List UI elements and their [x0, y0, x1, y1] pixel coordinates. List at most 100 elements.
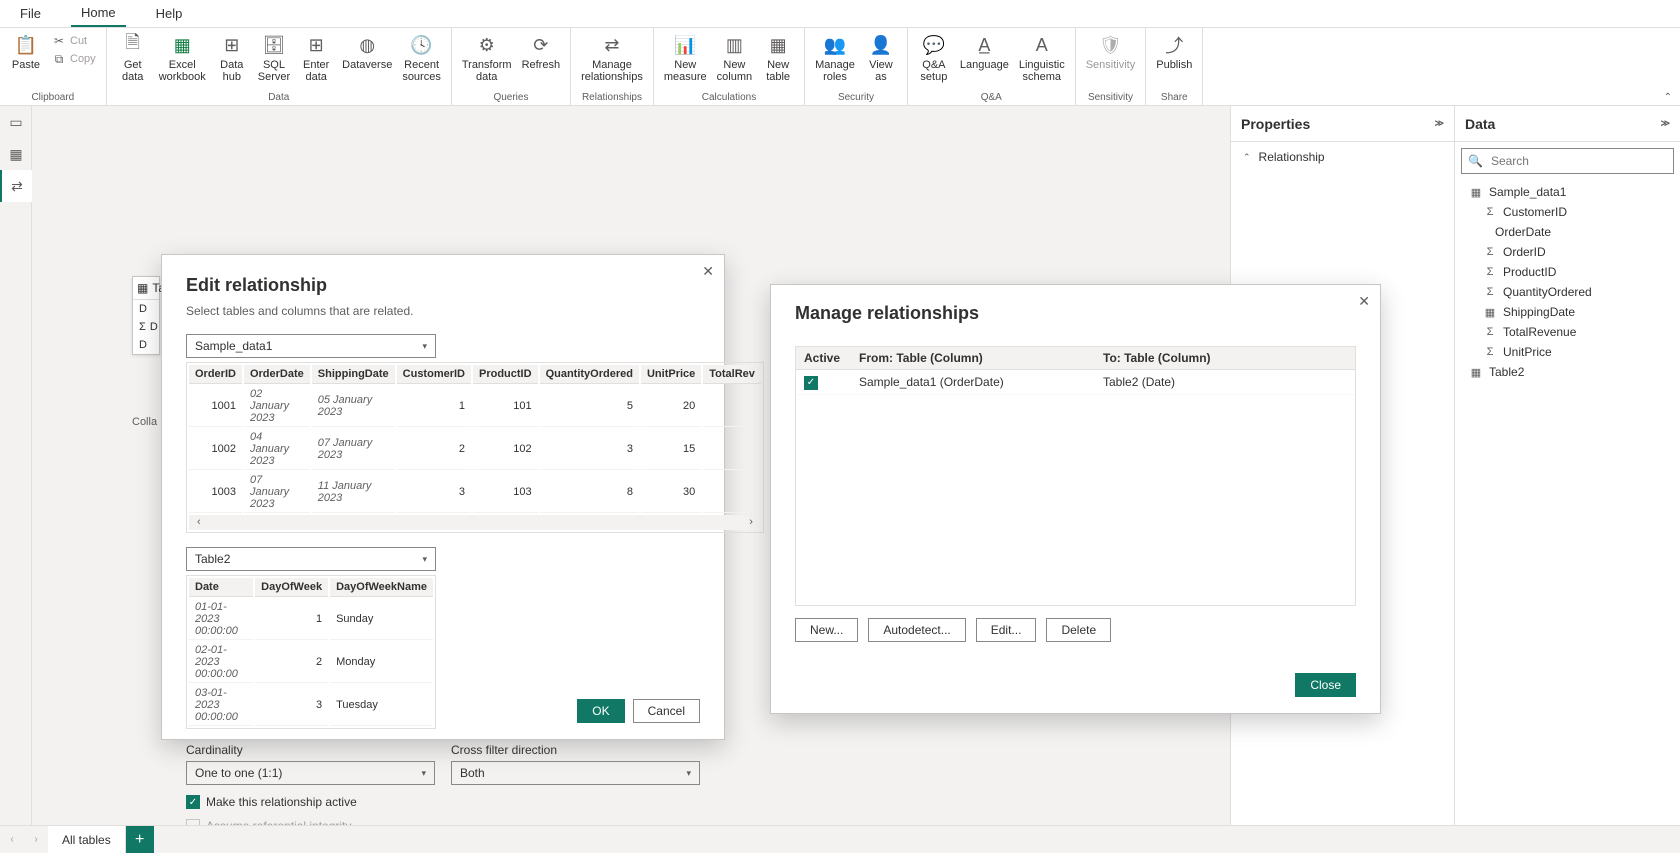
copy-button[interactable]: ⧉Copy	[48, 50, 100, 68]
qa-setup-button[interactable]: 💬Q&A setup	[914, 30, 954, 83]
manage-dialog-title: Manage relationships	[795, 303, 1356, 324]
refresh-icon: ⟳	[529, 33, 553, 57]
table2-preview: Date DayOfWeek DayOfWeekName 01-01-2023 …	[186, 575, 436, 729]
new-table-button[interactable]: ▦New table	[758, 30, 798, 83]
sigma-icon: Σ	[1483, 206, 1497, 218]
linguistic-schema-button[interactable]: ALinguistic schema	[1015, 30, 1069, 83]
data-pane-title: Data	[1465, 116, 1495, 132]
make-active-checkbox[interactable]: ✓ Make this relationship active	[186, 795, 700, 809]
data-view-button[interactable]: ▦	[0, 138, 32, 170]
report-view-button[interactable]: ▭	[0, 106, 32, 138]
edit-relationship-dialog: ✕ Edit relationship Select tables and co…	[161, 254, 725, 740]
copy-icon: ⧉	[52, 52, 66, 66]
datahub-button[interactable]: ⊞Data hub	[212, 30, 252, 83]
field-productid[interactable]: ΣProductID	[1455, 262, 1680, 282]
canvas: ▦Ta D ΣD D Colla Properties ≫ ⌃ Relation…	[32, 106, 1680, 825]
tab-prev-button[interactable]: ‹	[0, 826, 24, 853]
data-pane-collapse-icon[interactable]: ≫	[1661, 118, 1670, 129]
relationship-row[interactable]: ✓ Sample_data1 (OrderDate) Table2 (Date)	[796, 370, 1355, 395]
manage-roles-button[interactable]: 👥Manage roles	[811, 30, 859, 83]
close-button[interactable]: Close	[1295, 673, 1356, 697]
new-measure-button[interactable]: 📊New measure	[660, 30, 711, 83]
enter-data-button[interactable]: ⊞Enter data	[296, 30, 336, 83]
menu-home[interactable]: Home	[71, 0, 126, 27]
properties-collapse-icon[interactable]: ≫	[1435, 118, 1444, 129]
cut-icon: ✂	[52, 34, 66, 48]
datahub-icon: ⊞	[220, 33, 244, 57]
field-quantityordered[interactable]: ΣQuantityOrdered	[1455, 282, 1680, 302]
cut-button[interactable]: ✂Cut	[48, 32, 100, 50]
chevron-down-icon: ▾	[422, 554, 427, 565]
edit-relationship-button[interactable]: Edit...	[976, 618, 1037, 642]
publish-button[interactable]: ⤴Publish	[1152, 30, 1196, 71]
autodetect-button[interactable]: Autodetect...	[868, 618, 965, 642]
field-customerid[interactable]: ΣCustomerID	[1455, 202, 1680, 222]
manage-relationships-dialog: ✕ Manage relationships Active From: Tabl…	[770, 284, 1381, 714]
ribbon-collapse-button[interactable]: ⌃	[1664, 92, 1672, 103]
new-relationship-button[interactable]: New...	[795, 618, 858, 642]
crossfilter-label: Cross filter direction	[451, 743, 700, 757]
relationship-section[interactable]: ⌃ Relationship	[1231, 142, 1454, 172]
sensitivity-button[interactable]: 🛡Sensitivity	[1082, 30, 1140, 71]
schema-icon: A	[1030, 33, 1054, 57]
field-unitprice[interactable]: ΣUnitPrice	[1455, 342, 1680, 362]
search-input[interactable]	[1489, 153, 1667, 169]
get-data-button[interactable]: 🗎Get data	[113, 30, 153, 83]
relationships-icon: ⇄	[600, 33, 624, 57]
refresh-button[interactable]: ⟳Refresh	[518, 30, 565, 71]
cancel-button[interactable]: Cancel	[633, 699, 700, 723]
view-as-button[interactable]: 👤View as	[861, 30, 901, 83]
table-icon: ▦	[766, 33, 790, 57]
language-button[interactable]: A̲Language	[956, 30, 1013, 71]
scroll-right-button[interactable]: ›	[741, 515, 761, 529]
excel-icon: ▦	[170, 33, 194, 57]
search-box[interactable]: 🔍	[1461, 148, 1674, 174]
sigma-icon: Σ	[1483, 326, 1497, 338]
manage-relationships-button[interactable]: ⇄Manage relationships	[577, 30, 647, 83]
add-tab-button[interactable]: +	[126, 826, 154, 853]
table-table2[interactable]: ▦Table2	[1455, 362, 1680, 382]
col-active: Active	[804, 351, 859, 365]
ok-button[interactable]: OK	[577, 699, 624, 723]
excel-button[interactable]: ▦Excel workbook	[155, 30, 210, 83]
dataverse-button[interactable]: ◍Dataverse	[338, 30, 396, 71]
recent-icon: 🕓	[410, 33, 434, 57]
model-view-button[interactable]: ⇄	[0, 170, 32, 202]
table1-select[interactable]: Sample_data1▾	[186, 334, 436, 358]
security-group-label: Security	[838, 91, 874, 105]
field-orderid[interactable]: ΣOrderID	[1455, 242, 1680, 262]
field-totalrevenue[interactable]: ΣTotalRevenue	[1455, 322, 1680, 342]
active-checkbox[interactable]: ✓	[804, 376, 818, 390]
menu-file[interactable]: File	[10, 0, 51, 27]
chevron-up-icon: ⌃	[1243, 152, 1251, 163]
cardinality-select[interactable]: One to one (1:1)▾	[186, 761, 435, 785]
field-shippingdate[interactable]: ▦ShippingDate	[1455, 302, 1680, 322]
clipboard-icon: 📋	[14, 33, 38, 57]
field-orderdate[interactable]: OrderDate	[1455, 222, 1680, 242]
crossfilter-select[interactable]: Both▾	[451, 761, 700, 785]
table2-select[interactable]: Table2▾	[186, 547, 436, 571]
close-icon[interactable]: ✕	[1358, 293, 1370, 310]
menu-bar: File Home Help	[0, 0, 1680, 28]
menu-help[interactable]: Help	[146, 0, 193, 27]
recent-sources-button[interactable]: 🕓Recent sources	[398, 30, 445, 83]
transform-data-button[interactable]: ⚙Transform data	[458, 30, 516, 83]
ribbon: 📋 Paste ✂Cut ⧉Copy Clipboard 🗎Get data ▦…	[0, 28, 1680, 106]
close-icon[interactable]: ✕	[702, 263, 714, 280]
delete-relationship-button[interactable]: Delete	[1046, 618, 1111, 642]
data-pane: Data ≫ 🔍 ▦Sample_data1 ΣCustomerID Order…	[1454, 106, 1680, 825]
share-group-label: Share	[1161, 91, 1188, 105]
dataverse-icon: ◍	[355, 33, 379, 57]
sql-button[interactable]: 🗄SQL Server	[254, 30, 294, 83]
scroll-left-button[interactable]: ‹	[189, 515, 209, 529]
chevron-down-icon: ▾	[422, 341, 427, 352]
new-column-button[interactable]: ▥New column	[713, 30, 756, 83]
relationships-group-label: Relationships	[582, 91, 642, 105]
qa-group-label: Q&A	[981, 91, 1002, 105]
table-sample-data1[interactable]: ▦Sample_data1	[1455, 182, 1680, 202]
paste-button[interactable]: 📋 Paste	[6, 30, 46, 71]
tab-next-button[interactable]: ›	[24, 826, 48, 853]
edit-dialog-subtitle: Select tables and columns that are relat…	[186, 304, 700, 318]
language-icon: A̲	[972, 33, 996, 57]
tab-all-tables[interactable]: All tables	[48, 826, 126, 853]
